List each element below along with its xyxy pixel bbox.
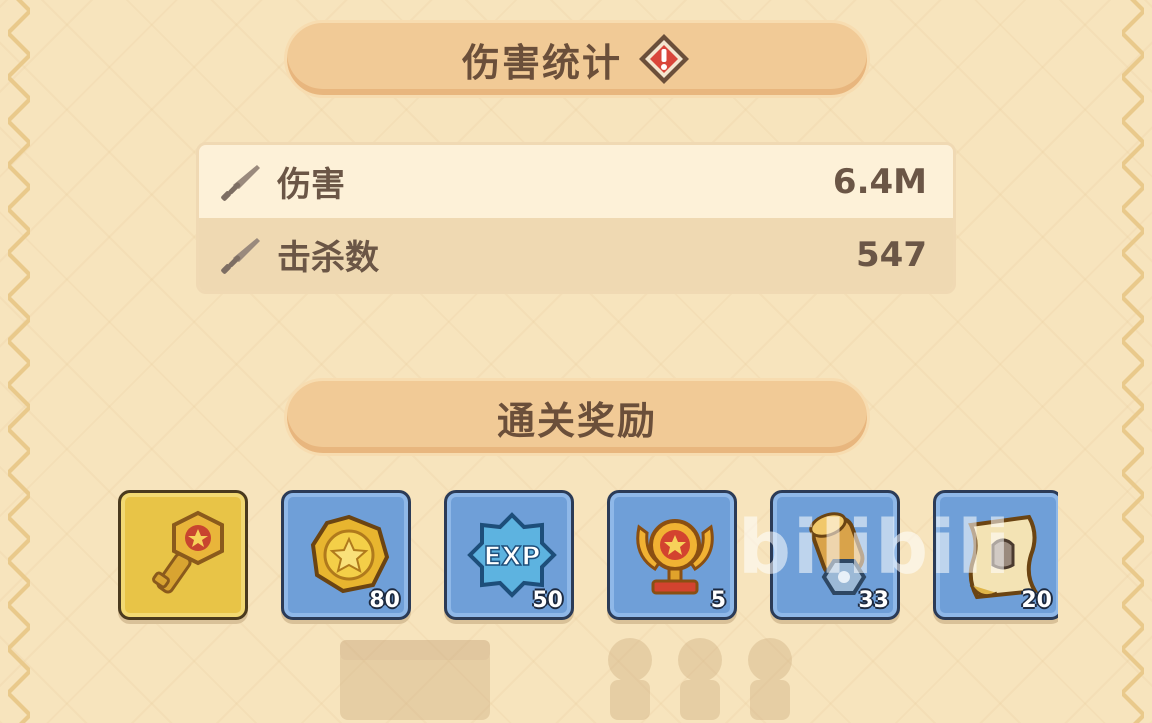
sword-icon bbox=[221, 164, 260, 201]
damage-stats-title: 伤害统计 bbox=[461, 40, 622, 85]
reward-count: 33 bbox=[858, 588, 889, 613]
reward-count: 20 bbox=[1021, 588, 1052, 613]
reward-tile-exp[interactable]: EXP 50 bbox=[444, 490, 574, 620]
rewards-title: 通关奖励 bbox=[496, 398, 657, 443]
reward-tile-key[interactable] bbox=[118, 490, 248, 620]
stat-label: 击杀数 bbox=[277, 238, 379, 278]
watermark-text: bilibili bbox=[738, 505, 1013, 591]
stat-row-kills: 击杀数 547 bbox=[199, 218, 953, 291]
damage-stats-panel: 伤害 6.4M 击杀数 547 bbox=[196, 142, 956, 294]
warning-icon[interactable] bbox=[636, 31, 692, 87]
key-icon bbox=[152, 510, 224, 594]
stat-label: 伤害 bbox=[277, 165, 345, 205]
background-chest-and-heroes-decoration bbox=[340, 638, 792, 720]
damage-stats-header: 伤害统计 bbox=[284, 20, 870, 98]
left-border-decoration bbox=[8, 0, 30, 723]
rewards-header: 通关奖励 bbox=[284, 378, 870, 456]
reward-count: 50 bbox=[532, 588, 563, 613]
stat-row-damage: 伤害 6.4M bbox=[199, 145, 953, 218]
sword-icon bbox=[221, 237, 260, 274]
right-border-decoration bbox=[1122, 0, 1144, 723]
stat-value: 6.4M bbox=[832, 161, 927, 202]
reward-tile-coin[interactable]: 80 bbox=[281, 490, 411, 620]
svg-text:EXP: EXP bbox=[484, 542, 541, 572]
stat-value: 547 bbox=[856, 234, 927, 275]
reward-tile-trophy[interactable]: 5 bbox=[607, 490, 737, 620]
reward-count: 80 bbox=[369, 588, 400, 613]
reward-count: 5 bbox=[710, 588, 726, 613]
